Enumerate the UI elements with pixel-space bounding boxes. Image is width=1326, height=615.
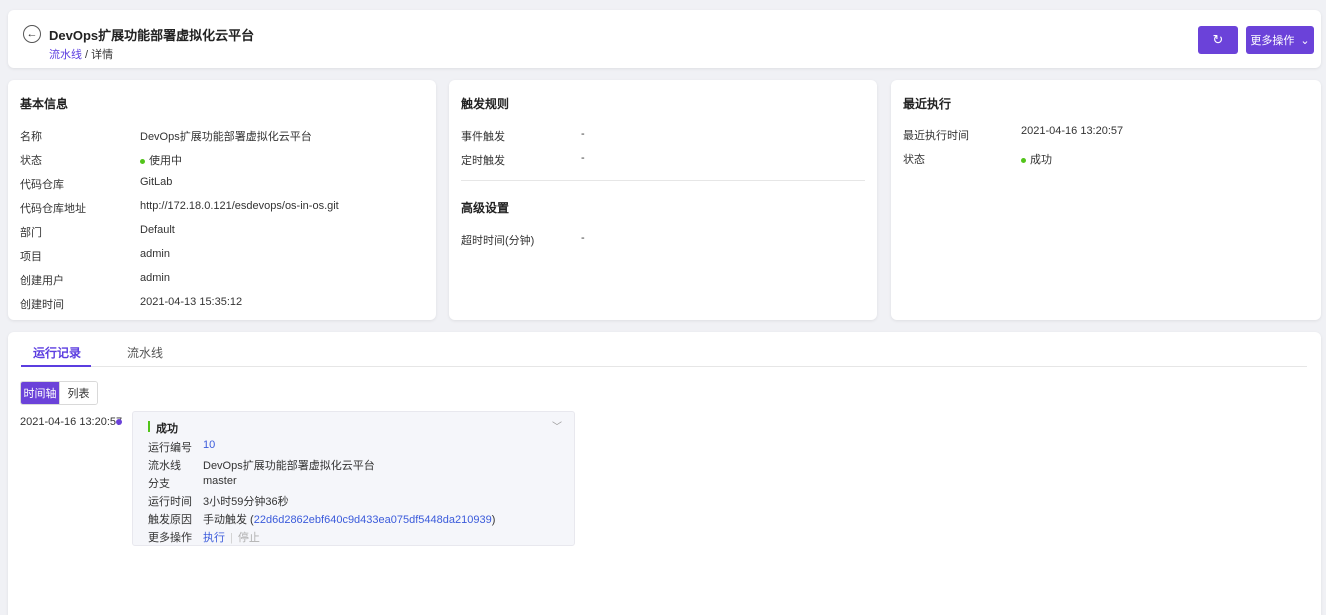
- basic-repo-label: 代码仓库: [20, 179, 64, 191]
- recent-status-value: 成功: [1021, 151, 1052, 167]
- basic-name-label: 名称: [20, 131, 42, 143]
- pipeline-label: 流水线: [148, 460, 181, 472]
- chevron-down-icon: ⌄: [1300, 34, 1310, 47]
- run-status: 成功: [156, 423, 178, 435]
- branch-label: 分支: [148, 478, 170, 490]
- schedule-trigger-label: 定时触发: [461, 155, 505, 167]
- view-toggle: 时间轴 列表: [20, 381, 98, 405]
- event-trigger-label: 事件触发: [461, 131, 505, 143]
- reason-value: 手动触发 (22d6d2862ebf640c9d433ea075df5448da…: [203, 511, 495, 527]
- basic-project-label: 项目: [20, 251, 42, 263]
- duration-label: 运行时间: [148, 496, 192, 508]
- branch-value: master: [203, 475, 237, 487]
- status-dot-icon: [1021, 157, 1026, 163]
- page-title: DevOps扩展功能部署虚拟化云平台: [49, 28, 255, 43]
- recent-status-text: 成功: [1030, 154, 1052, 166]
- commit-link[interactable]: 22d6d2862ebf640c9d433ea075df5448da210939: [254, 514, 492, 526]
- duration-value: 3小时59分钟36秒: [203, 496, 289, 508]
- breadcrumb-current: 详情: [91, 49, 114, 61]
- breadcrumb-separator: /: [82, 49, 92, 61]
- basic-status-text: 使用中: [149, 155, 182, 167]
- refresh-icon: ↻: [1212, 32, 1224, 47]
- run-record-card: 成功 ﹀ 运行编号 10 流水线 DevOps扩展功能部署虚拟化云平台 分支 m…: [132, 411, 575, 546]
- trigger-rules-title: 触发规则: [461, 97, 510, 111]
- reason-text: 手动触发: [203, 514, 247, 526]
- basic-dept-label: 部门: [20, 227, 42, 239]
- basic-info-title: 基本信息: [20, 97, 69, 111]
- basic-creator-label: 创建用户: [20, 275, 64, 287]
- more-actions-button[interactable]: 更多操作 ⌄: [1246, 26, 1314, 54]
- basic-created-value: 2021-04-13 15:35:12: [140, 296, 243, 308]
- back-arrow-icon[interactable]: ←: [23, 25, 41, 43]
- page-header: ← DevOps扩展功能部署虚拟化云平台 流水线 / 详情 ↻ 更多操作 ⌄: [8, 10, 1321, 68]
- event-trigger-value: -: [581, 128, 585, 140]
- basic-status-label: 状态: [20, 155, 42, 167]
- advanced-settings-title: 高级设置: [461, 201, 510, 215]
- basic-info-card: 基本信息 名称 DevOps扩展功能部署虚拟化云平台 状态 使用中 代码仓库 G…: [8, 80, 436, 320]
- run-records-panel: 运行记录 流水线 时间轴 列表 2021-04-16 13:20:57 成功 ﹀…: [8, 332, 1321, 615]
- basic-dept-value: Default: [140, 224, 175, 236]
- section-divider: [461, 180, 865, 181]
- status-dot-icon: [140, 158, 145, 164]
- basic-repo-value: GitLab: [140, 176, 173, 188]
- basic-repo-url-value: http://172.18.0.121/esdevops/os-in-os.gi…: [140, 200, 339, 212]
- timeline-dot-icon: [116, 419, 122, 425]
- chevron-down-icon[interactable]: ﹀: [552, 418, 562, 433]
- view-list-button[interactable]: 列表: [59, 382, 97, 404]
- schedule-trigger-value: -: [581, 152, 585, 164]
- basic-created-label: 创建时间: [20, 299, 64, 311]
- run-no-label: 运行编号: [148, 442, 192, 454]
- reason-paren-open: (: [247, 514, 254, 526]
- view-timeline-button[interactable]: 时间轴: [21, 382, 59, 404]
- action-separator: |: [230, 532, 233, 544]
- last-run-time-value: 2021-04-16 13:20:57: [1021, 125, 1124, 137]
- basic-status-value: 使用中: [140, 152, 182, 168]
- run-button[interactable]: 执行: [203, 532, 225, 544]
- recent-status-label: 状态: [903, 154, 925, 166]
- basic-project-value: admin: [140, 248, 170, 260]
- refresh-button[interactable]: ↻: [1198, 26, 1238, 54]
- basic-repo-url-label: 代码仓库地址: [20, 203, 86, 215]
- recent-execution-card: 最近执行 最近执行时间 2021-04-16 13:20:57 状态 成功: [891, 80, 1321, 320]
- active-tab-indicator: [21, 365, 91, 367]
- last-run-time-label: 最近执行时间: [903, 130, 969, 142]
- more-actions-label: 更多操作: [1250, 35, 1295, 47]
- breadcrumb: 流水线 / 详情: [49, 46, 113, 62]
- tab-run-records[interactable]: 运行记录: [33, 344, 81, 361]
- breadcrumb-pipeline-link[interactable]: 流水线: [49, 49, 82, 61]
- stop-button[interactable]: 停止: [238, 532, 260, 544]
- reason-label: 触发原因: [148, 514, 192, 526]
- timeline-time: 2021-04-16 13:20:57: [20, 416, 123, 428]
- timeout-label: 超时时间(分钟): [461, 235, 535, 247]
- basic-name-value: DevOps扩展功能部署虚拟化云平台: [140, 131, 312, 143]
- tab-bar-line: [21, 366, 1307, 367]
- basic-creator-value: admin: [140, 272, 170, 284]
- more-actions-label: 更多操作: [148, 532, 192, 544]
- run-no-link[interactable]: 10: [203, 439, 215, 451]
- run-actions: 执行 | 停止: [203, 529, 260, 545]
- pipeline-value: DevOps扩展功能部署虚拟化云平台: [203, 460, 375, 472]
- recent-execution-title: 最近执行: [903, 97, 952, 111]
- timeout-value: -: [581, 232, 585, 244]
- success-bar-icon: [148, 421, 150, 432]
- reason-paren-close: ): [491, 514, 496, 526]
- trigger-rules-card: 触发规则 事件触发 - 定时触发 - 高级设置 超时时间(分钟) -: [449, 80, 877, 320]
- tab-pipeline[interactable]: 流水线: [127, 344, 163, 361]
